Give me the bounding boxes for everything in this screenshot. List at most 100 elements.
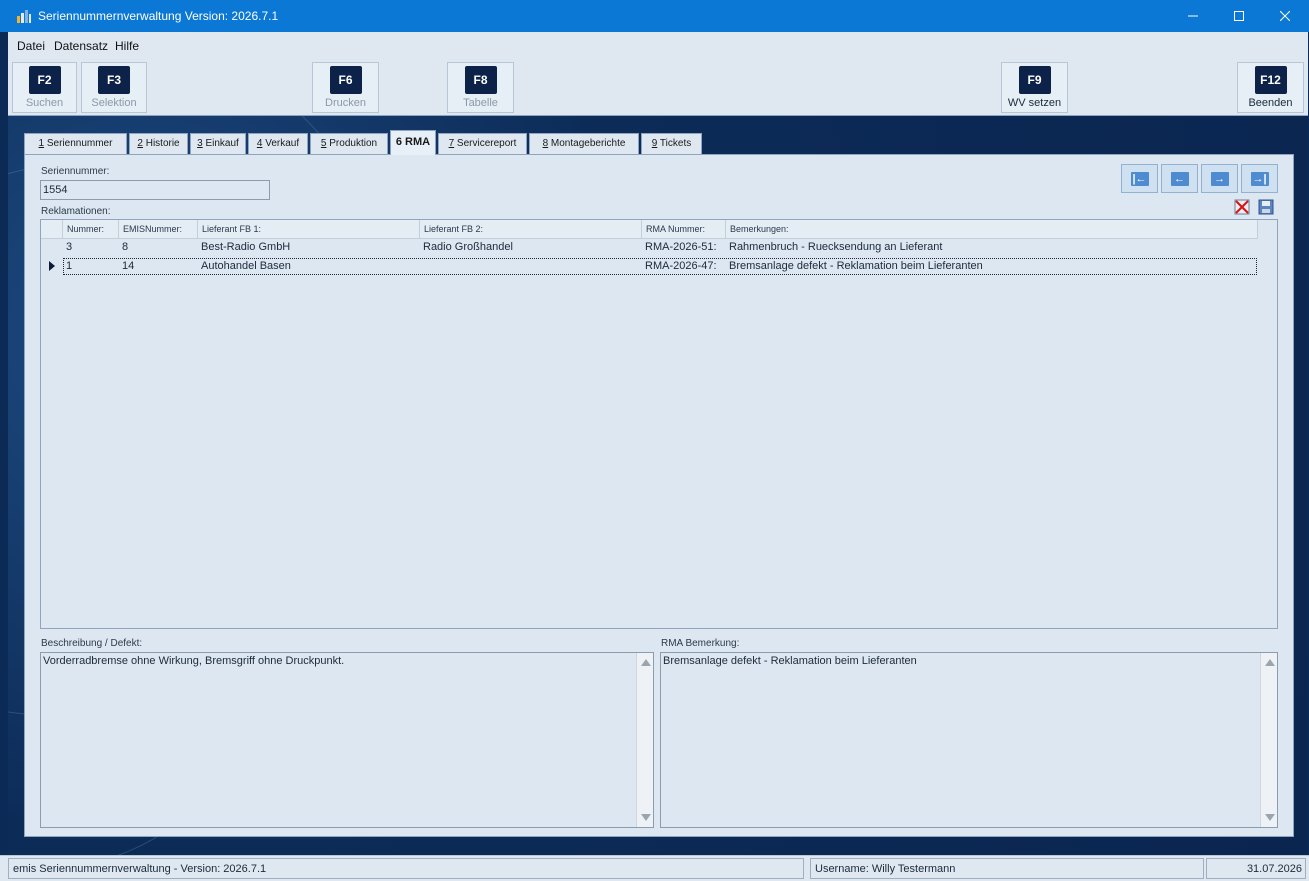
menu-hilfe[interactable]: Hilfe (115, 39, 139, 53)
f6-key-icon: F6 (329, 66, 362, 94)
description-text: Vorderradbremse ohne Wirkung, Bremsgriff… (43, 655, 345, 667)
f3-key-icon: F3 (98, 66, 130, 94)
set-wv-button[interactable]: F9 WV setzen (1001, 62, 1068, 113)
tab-label: Seriennummer (44, 138, 113, 149)
last-record-icon: →| (1250, 171, 1269, 186)
table-cell[interactable]: Radio Großhandel (420, 239, 642, 256)
table-cell[interactable]: 14 (119, 258, 198, 275)
exit-button-label: Beenden (1248, 97, 1293, 109)
rma-remark-memo[interactable]: Bremsanlage defekt - Reklamation beim Li… (660, 652, 1278, 828)
scroll-down-icon[interactable] (641, 814, 651, 821)
table-cell[interactable]: RMA-2026-51: (642, 239, 726, 256)
previous-record-button[interactable]: ← (1161, 164, 1198, 193)
rma-remark-text: Bremsanlage defekt - Reklamation beim Li… (663, 655, 917, 667)
f12-key-icon: F12 (1254, 66, 1287, 94)
status-app-version: emis Seriennummernverwaltung - Version: … (8, 858, 804, 879)
close-window-button[interactable] (1262, 0, 1308, 32)
window-title: Seriennummernverwaltung Version: 2026.7.… (38, 9, 279, 23)
serial-number-field[interactable]: 1554 (40, 180, 270, 200)
next-record-button[interactable]: → (1201, 164, 1238, 193)
rma-remark-label: RMA Bemerkung: (661, 638, 740, 649)
search-button[interactable]: F2 Suchen (12, 62, 77, 113)
delete-icon (1234, 199, 1250, 215)
print-button[interactable]: F6 Drucken (312, 62, 379, 113)
tab-historie[interactable]: 2 Historie (129, 133, 188, 154)
search-button-label: Suchen (25, 97, 64, 109)
next-record-icon: → (1210, 171, 1229, 186)
save-icon (1258, 199, 1274, 215)
tab-label: Tickets (657, 138, 692, 149)
previous-record-icon: ← (1170, 171, 1189, 186)
scroll-up-icon[interactable] (1265, 659, 1275, 666)
table-cell[interactable] (420, 258, 642, 275)
tab-produktion[interactable]: 5 Produktion (310, 133, 388, 154)
table-button-label: Tabelle (463, 97, 498, 109)
title-bar: Seriennummernverwaltung Version: 2026.7.… (0, 0, 1309, 32)
scroll-up-icon[interactable] (641, 659, 651, 666)
selection-button-label: Selektion (91, 97, 137, 109)
table-cell[interactable]: Rahmenbruch - Ruecksendung an Lieferant (726, 239, 1258, 256)
tab-label: Historie (142, 138, 180, 149)
description-memo[interactable]: Vorderradbremse ohne Wirkung, Bremsgriff… (40, 652, 654, 828)
table-cell[interactable]: RMA-2026-47: (642, 258, 726, 275)
tab-tickets[interactable]: 9 Tickets (641, 133, 702, 154)
table-cell[interactable]: Bremsanlage defekt - Reklamation beim Li… (726, 258, 1258, 275)
close-icon (1280, 11, 1290, 21)
selection-button[interactable]: F3 Selektion (81, 62, 147, 113)
table-cell[interactable]: Autohandel Basen (198, 258, 420, 275)
column-header[interactable]: Lieferant FB 1: (198, 220, 420, 239)
table-cell[interactable]: 3 (63, 239, 119, 256)
rma-remark-scrollbar[interactable] (1260, 653, 1277, 827)
column-header[interactable]: RMA Nummer: (642, 220, 726, 239)
tab-seriennummer[interactable]: 1 Seriennummer (24, 133, 127, 154)
rma-grid[interactable]: Nummer: EMISNummer: Lieferant FB 1: Lief… (40, 219, 1278, 629)
row-indicator-header (41, 220, 63, 239)
status-date: 31.07.2026 (1206, 858, 1306, 879)
column-header[interactable]: Bemerkungen: (726, 220, 1258, 239)
menu-datensatz[interactable]: Datensatz (54, 39, 108, 53)
minimize-button[interactable] (1170, 0, 1216, 32)
tab-label: Servicereport (454, 138, 517, 149)
tab-rma[interactable]: 6 RMA (390, 130, 436, 155)
column-header[interactable]: Lieferant FB 2: (420, 220, 642, 239)
first-record-button[interactable]: |← (1121, 164, 1158, 193)
save-button[interactable] (1257, 198, 1275, 216)
tab-einkauf[interactable]: 3 Einkauf (190, 133, 246, 154)
column-header[interactable]: EMISNummer: (119, 220, 198, 239)
description-label: Beschreibung / Defekt: (41, 638, 143, 649)
serial-number-label: Seriennummer: (41, 166, 110, 177)
f2-key-icon: F2 (28, 66, 61, 94)
table-cell[interactable]: 8 (119, 239, 198, 256)
status-username: Username: Willy Testermann (810, 858, 1204, 879)
table-button[interactable]: F8 Tabelle (447, 62, 514, 113)
tab-label: Montageberichte (548, 138, 626, 149)
tab-label: Produktion (326, 138, 378, 149)
f8-key-icon: F8 (464, 66, 497, 94)
exit-button[interactable]: F12 Beenden (1237, 62, 1304, 113)
f9-key-icon: F9 (1018, 66, 1051, 94)
toolbar: F2 Suchen F3 Selektion F6 Drucken F8 Tab… (8, 58, 1308, 116)
current-row-indicator-icon (49, 261, 55, 271)
table-cell[interactable]: 1 (63, 258, 119, 275)
maximize-button[interactable] (1216, 0, 1262, 32)
tab-verkauf[interactable]: 4 Verkauf (248, 133, 308, 154)
column-header[interactable]: Nummer: (63, 220, 119, 239)
delete-button[interactable] (1233, 198, 1251, 216)
first-record-icon: |← (1130, 171, 1149, 186)
app-icon (17, 10, 31, 23)
maximize-icon (1234, 11, 1244, 21)
tab-label: RMA (402, 136, 431, 148)
print-button-label: Drucken (325, 97, 366, 109)
table-cell[interactable]: Best-Radio GmbH (198, 239, 420, 256)
tab-servicereport[interactable]: 7 Servicereport (438, 133, 527, 154)
tab-label: Verkauf (262, 138, 300, 149)
scroll-down-icon[interactable] (1265, 814, 1275, 821)
tab-label: Einkauf (202, 138, 239, 149)
set-wv-button-label: WV setzen (1007, 97, 1062, 109)
tab-montageberichte[interactable]: 8 Montageberichte (529, 133, 639, 154)
menu-datei[interactable]: Datei (17, 39, 45, 53)
last-record-button[interactable]: →| (1241, 164, 1278, 193)
status-bar: emis Seriennummernverwaltung - Version: … (0, 855, 1309, 881)
description-scrollbar[interactable] (636, 653, 653, 827)
complaints-label: Reklamationen: (41, 206, 111, 217)
